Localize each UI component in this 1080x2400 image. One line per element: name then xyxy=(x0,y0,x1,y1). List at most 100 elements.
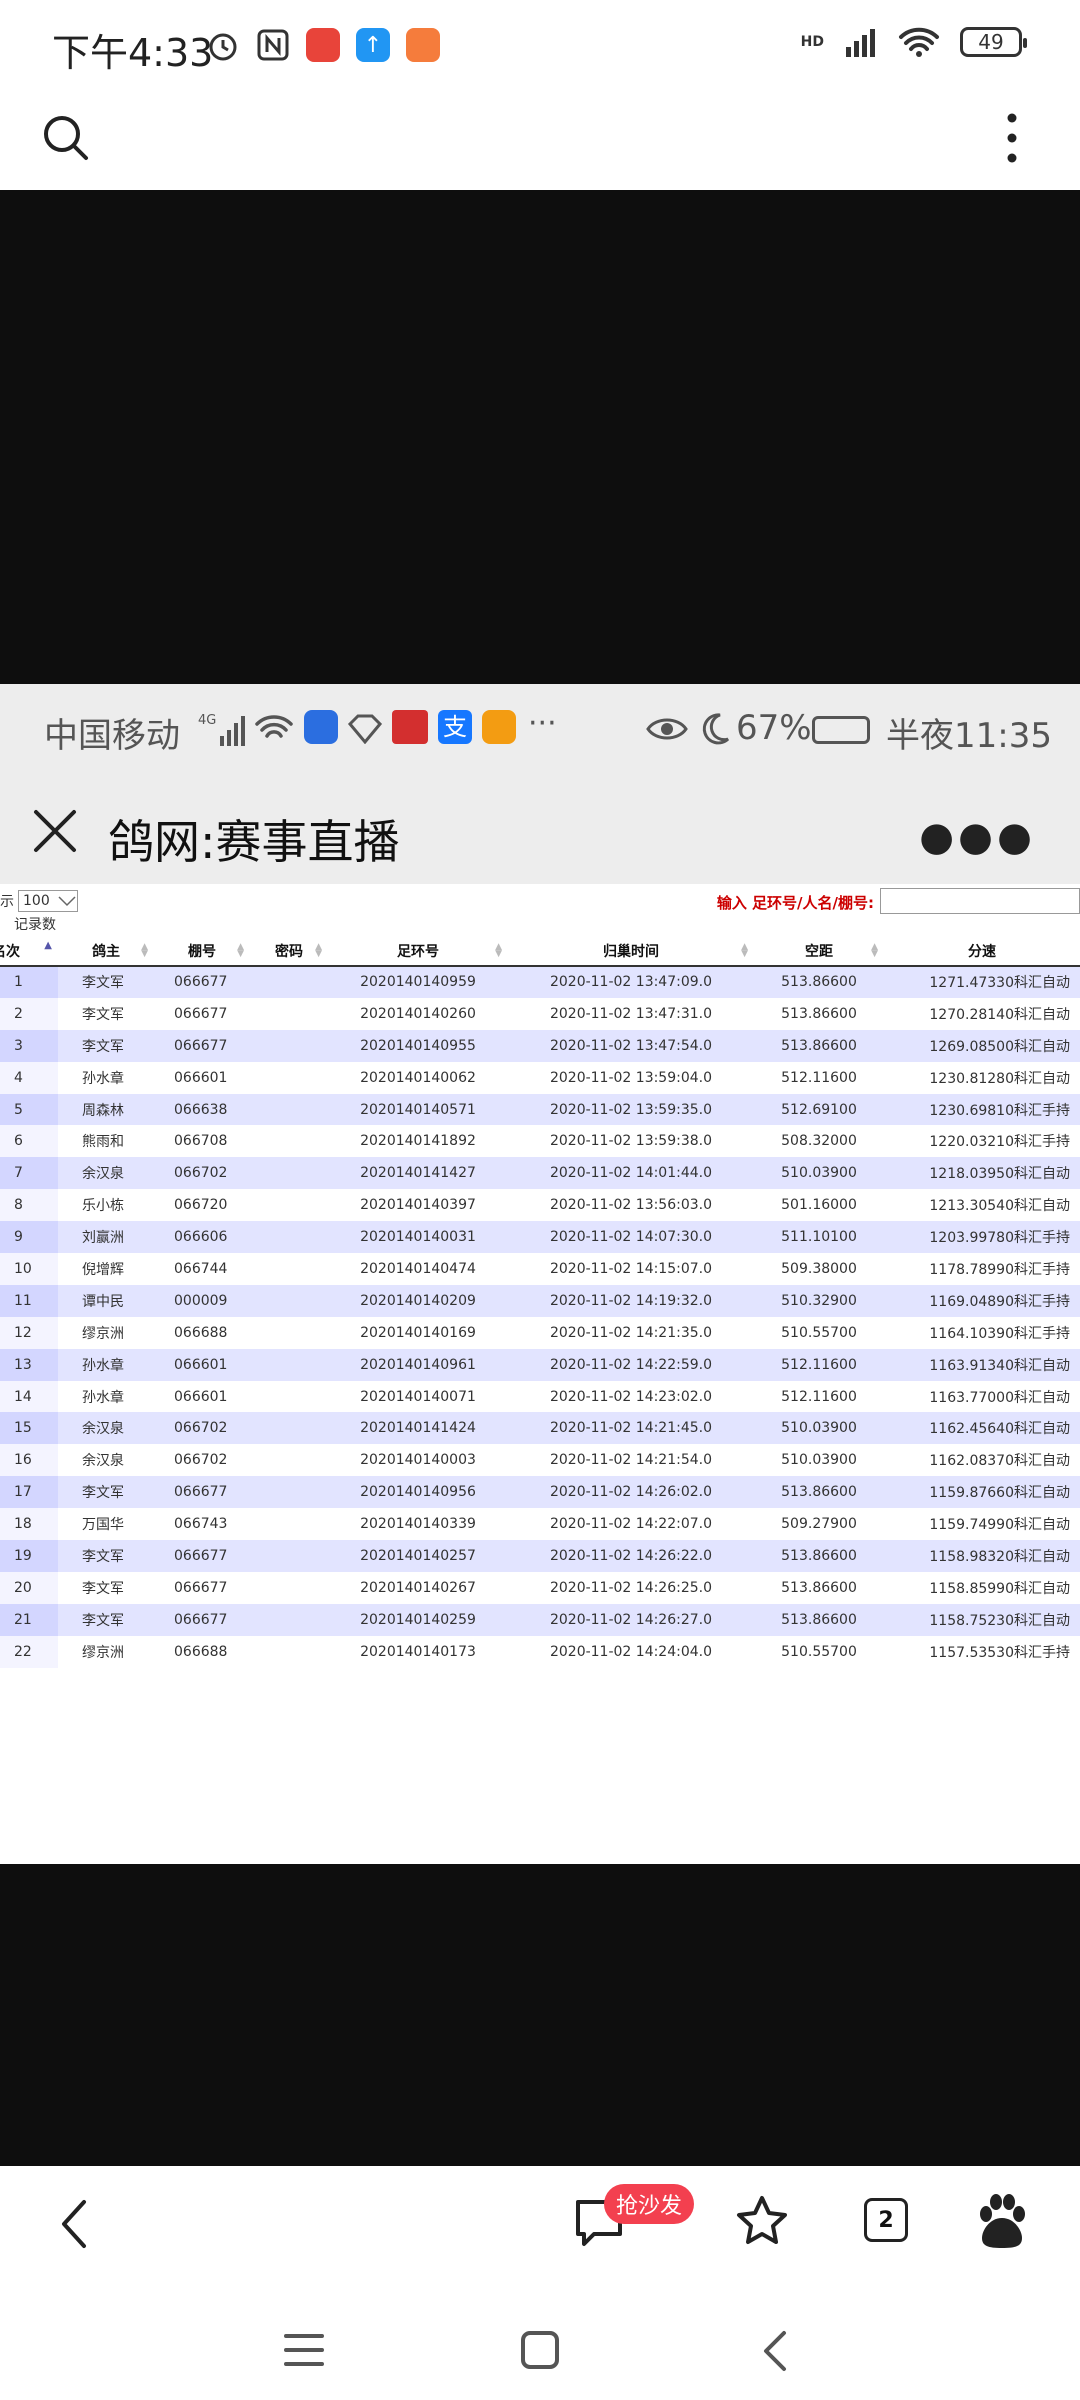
records-label: 记录数 xyxy=(14,917,56,933)
rank-cell: 17 xyxy=(0,1476,58,1509)
rank-cell: 9 xyxy=(0,1221,58,1254)
column-header[interactable]: 空距 ▲ ▼ xyxy=(754,936,884,967)
password-cell xyxy=(250,1284,328,1317)
loft-cell: 066744 xyxy=(154,1253,250,1285)
owner-cell: 周森林 xyxy=(58,1093,154,1126)
page-size-select[interactable]: 100 xyxy=(18,890,78,912)
column-header[interactable]: 分速 xyxy=(884,936,1080,967)
speed-value: 1203.99780 xyxy=(929,1230,1014,1247)
search-icon[interactable] xyxy=(42,114,90,162)
owner-cell: 李文军 xyxy=(58,1540,154,1572)
table-row[interactable]: 7 余汉泉 066702 2020140141427 2020-11-02 14:01:… xyxy=(0,1157,1080,1190)
table-row[interactable]: 1 李文军 066677 2020140140959 2020-11-02 13:47:… xyxy=(0,966,1080,998)
loft-cell: 066677 xyxy=(154,1571,250,1604)
distance-cell: 513.86600 xyxy=(754,966,884,998)
table-header-row: 名次▲ 鸽主▲▼ 棚号▲▼ 密码▲▼ 足环号▲▼ 归巢时间▲▼ 空距▲▼ 分速 xyxy=(0,936,1080,967)
table-row[interactable]: 20 李文军 066677 2020140140267 2020-11-02 14:26… xyxy=(0,1571,1080,1604)
more-horiz-icon[interactable]: ●●● xyxy=(919,814,1036,860)
status-system-icons: HD 49 xyxy=(801,26,1027,58)
table-row[interactable]: 6 熊雨和 066708 2020140141892 2020-11-02 13:59:… xyxy=(0,1125,1080,1158)
menu-icon[interactable] xyxy=(284,2332,324,2368)
password-cell xyxy=(250,966,328,998)
table-row[interactable]: 3 李文军 066677 2020140140955 2020-11-02 13:47:… xyxy=(0,1029,1080,1062)
owner-cell: 李文军 xyxy=(58,1571,154,1604)
owner-cell: 李文军 xyxy=(58,1603,154,1636)
arrival-time-cell: 2020-11-02 13:47:54.0 xyxy=(508,1029,754,1062)
back-icon[interactable] xyxy=(56,2198,92,2250)
column-header[interactable]: 归巢时间 ▲ ▼ xyxy=(508,936,754,967)
distance-cell: 512.69100 xyxy=(754,1093,884,1126)
table-row[interactable]: 10 倪增辉 066744 2020140140474 2020-11-02 14:15… xyxy=(0,1253,1080,1285)
table-row[interactable]: 13 孙水章 066601 2020140140961 2020-11-02 14:22… xyxy=(0,1348,1080,1381)
rank-cell: 22 xyxy=(0,1635,58,1668)
svg-text:4G: 4G xyxy=(198,713,216,728)
table-row[interactable]: 12 缪京洲 066688 2020140140169 2020-11-02 14:21… xyxy=(0,1316,1080,1349)
ring-cell: 2020140140031 xyxy=(328,1221,508,1254)
column-header[interactable]: 棚号 ▲ ▼ xyxy=(154,936,250,967)
speed-value: 1230.69810 xyxy=(929,1102,1014,1119)
baidu-paw-icon[interactable] xyxy=(976,2194,1028,2250)
owner-cell: 乐小栋 xyxy=(58,1189,154,1222)
status-time: 下午4:33 xyxy=(52,31,214,75)
table-row[interactable]: 11 谭中民 000009 2020140140209 2020-11-02 14:19… xyxy=(0,1284,1080,1317)
column-header[interactable]: 名次▲ xyxy=(0,936,58,967)
rank-cell: 20 xyxy=(0,1571,58,1604)
distance-cell: 510.03900 xyxy=(754,1444,884,1477)
table-row[interactable]: 5 周森林 066638 2020140140571 2020-11-02 13:59:… xyxy=(0,1093,1080,1126)
owner-cell: 熊雨和 xyxy=(58,1125,154,1158)
arrival-time-cell: 2020-11-02 14:23:02.0 xyxy=(508,1380,754,1413)
home-icon[interactable] xyxy=(520,2330,560,2370)
password-cell xyxy=(250,1029,328,1062)
table-row[interactable]: 21 李文军 066677 2020140140259 2020-11-02 14:26… xyxy=(0,1603,1080,1636)
rank-cell: 3 xyxy=(0,1029,58,1062)
owner-cell: 刘赢洲 xyxy=(58,1221,154,1254)
wifi-icon xyxy=(899,27,939,57)
table-row[interactable]: 15 余汉泉 066702 2020140141424 2020-11-02 14:21… xyxy=(0,1412,1080,1445)
nav-back-icon[interactable] xyxy=(760,2330,790,2372)
speed-value: 1157.53530 xyxy=(929,1644,1014,1661)
close-icon[interactable] xyxy=(28,804,82,858)
column-header[interactable]: 鸽主 ▲ ▼ xyxy=(58,936,154,967)
inner-status-bar: 中国移动 4G 支 ··· 67% 半夜11:35 xyxy=(0,684,1080,784)
distance-cell: 513.86600 xyxy=(754,1476,884,1509)
upload-icon: ↑ xyxy=(356,28,390,62)
speed-cell: 1163.91340科汇自动 xyxy=(884,1348,1080,1381)
arrival-time-cell: 2020-11-02 14:21:54.0 xyxy=(508,1444,754,1477)
table-row[interactable]: 8 乐小栋 066720 2020140140397 2020-11-02 13:56:… xyxy=(0,1189,1080,1222)
speed-cell: 1269.08500科汇自动 xyxy=(884,1029,1080,1062)
table-row[interactable]: 17 李文军 066677 2020140140956 2020-11-02 14:26… xyxy=(0,1476,1080,1509)
tab-count-button[interactable]: 2 xyxy=(864,2198,908,2242)
speed-cell: 1178.78990科汇手持 xyxy=(884,1253,1080,1285)
battery-icon: 49 xyxy=(960,27,1027,57)
device-type: 科汇手持 xyxy=(1014,1293,1070,1310)
column-header[interactable]: 密码 ▲ ▼ xyxy=(250,936,328,967)
password-cell xyxy=(250,1157,328,1190)
arrival-time-cell: 2020-11-02 13:59:35.0 xyxy=(508,1093,754,1126)
device-type: 科汇手持 xyxy=(1014,1134,1070,1151)
column-header[interactable]: 足环号 ▲ ▼ xyxy=(328,936,508,967)
rank-cell: 18 xyxy=(0,1508,58,1541)
device-type: 科汇自动 xyxy=(1014,1006,1070,1023)
table-row[interactable]: 9 刘赢洲 066606 2020140140031 2020-11-02 14:07:… xyxy=(0,1221,1080,1254)
star-icon[interactable] xyxy=(734,2194,790,2250)
ring-cell: 2020140140071 xyxy=(328,1380,508,1413)
distance-cell: 510.55700 xyxy=(754,1316,884,1349)
shop-icon xyxy=(406,28,440,62)
more-vert-icon[interactable] xyxy=(1004,112,1020,164)
table-row[interactable]: 2 李文军 066677 2020140140260 2020-11-02 13:47:… xyxy=(0,997,1080,1030)
table-row[interactable]: 18 万国华 066743 2020140140339 2020-11-02 14:22… xyxy=(0,1508,1080,1541)
table-row[interactable]: 22 缪京洲 066688 2020140140173 2020-11-02 14:24… xyxy=(0,1635,1080,1668)
ring-cell: 2020140140397 xyxy=(328,1189,508,1222)
comment-badge[interactable]: 抢沙发 xyxy=(604,2184,695,2224)
table-row[interactable]: 19 李文军 066677 2020140140257 2020-11-02 14:26… xyxy=(0,1540,1080,1572)
table-row[interactable]: 14 孙水章 066601 2020140140071 2020-11-02 14:23… xyxy=(0,1380,1080,1413)
ring-cell: 2020140140267 xyxy=(328,1571,508,1604)
search-input[interactable] xyxy=(880,888,1080,914)
loft-cell: 066677 xyxy=(154,966,250,998)
ring-cell: 2020140140209 xyxy=(328,1284,508,1317)
table-row[interactable]: 16 余汉泉 066702 2020140140003 2020-11-02 14:21… xyxy=(0,1444,1080,1477)
status-notification-icons: ↑ xyxy=(206,28,440,62)
ring-cell: 2020140140956 xyxy=(328,1476,508,1509)
table-row[interactable]: 4 孙水章 066601 2020140140062 2020-11-02 13:59:… xyxy=(0,1061,1080,1094)
arrival-time-cell: 2020-11-02 14:22:07.0 xyxy=(508,1508,754,1541)
